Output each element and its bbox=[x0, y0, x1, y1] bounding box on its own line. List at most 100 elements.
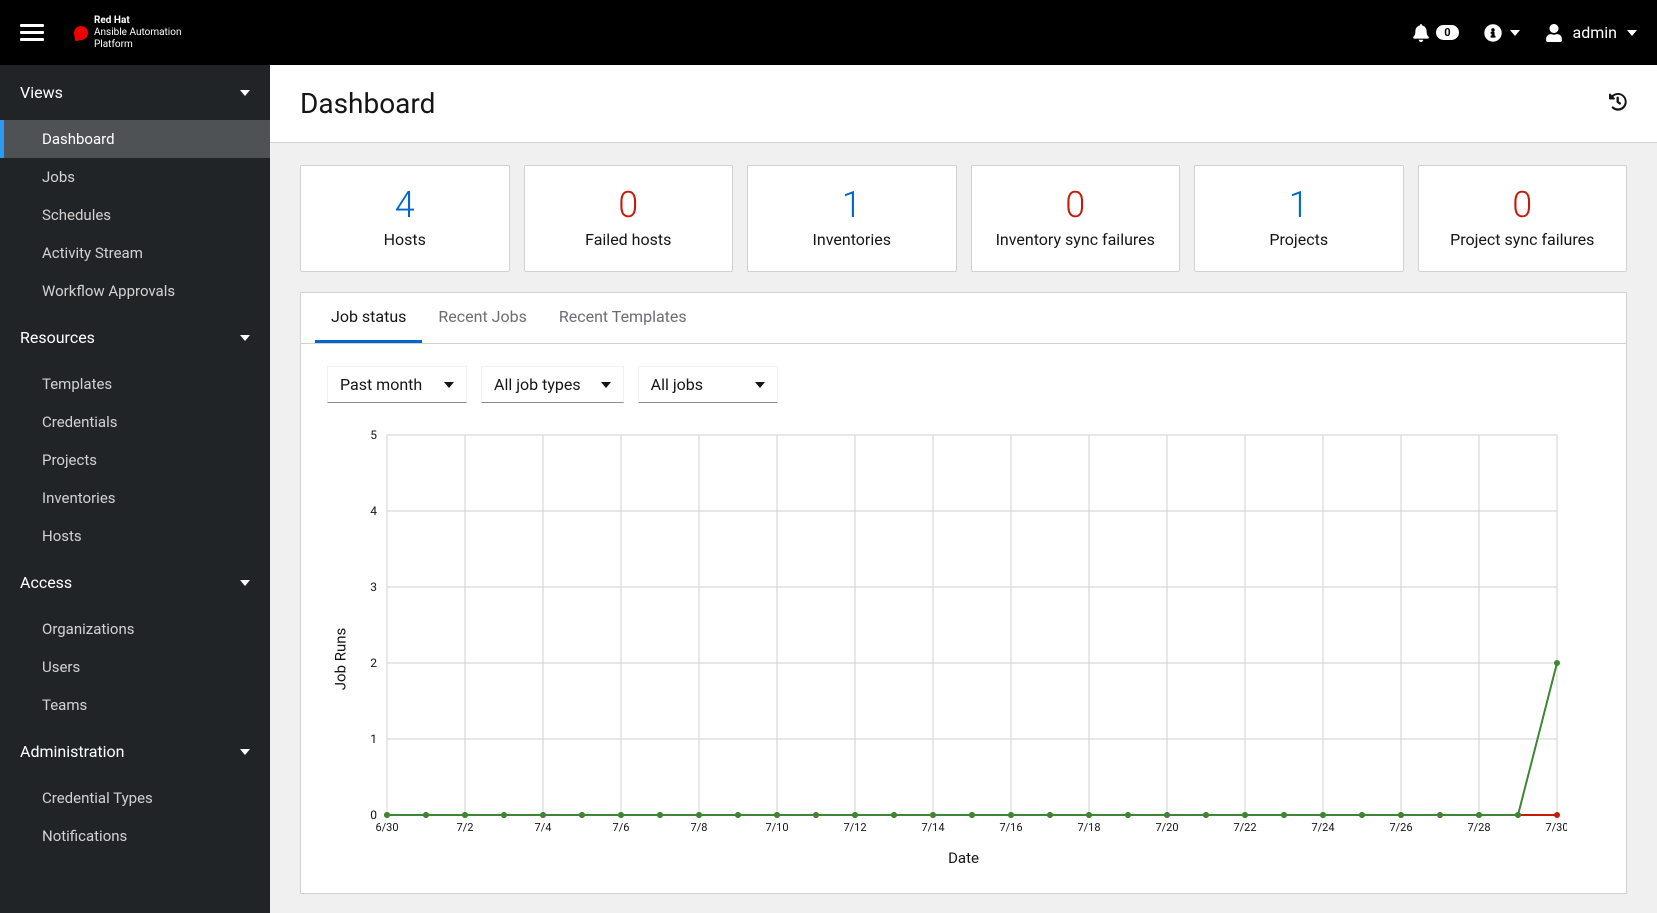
stat-card-projects[interactable]: 1 Projects bbox=[1194, 165, 1404, 272]
history-icon bbox=[1609, 93, 1627, 111]
redhat-logo-icon bbox=[73, 24, 89, 40]
stat-value: 1 bbox=[1289, 184, 1309, 226]
svg-text:7/8: 7/8 bbox=[691, 821, 708, 834]
sidebar-item-notifications[interactable]: Notifications bbox=[0, 817, 270, 855]
help-dropdown[interactable] bbox=[1484, 24, 1520, 42]
stats-row: 4 Hosts 0 Failed hosts 1 Inventories 0 I… bbox=[270, 143, 1657, 282]
sidebar-section-label: Access bbox=[20, 573, 72, 592]
filter-period-label: Past month bbox=[340, 375, 422, 394]
username-label: admin bbox=[1573, 23, 1617, 42]
chart-x-axis-label: Date bbox=[327, 849, 1600, 867]
masthead: Red Hat Ansible Automation Platform 0 ad… bbox=[0, 0, 1657, 65]
svg-text:4: 4 bbox=[370, 504, 377, 518]
chevron-down-icon bbox=[1627, 30, 1637, 36]
svg-text:7/16: 7/16 bbox=[999, 821, 1022, 834]
sidebar-section-views[interactable]: Views bbox=[0, 65, 270, 120]
brand-logo[interactable]: Red Hat Ansible Automation Platform bbox=[74, 15, 181, 51]
chevron-down-icon bbox=[240, 749, 250, 755]
sidebar-item-teams[interactable]: Teams bbox=[0, 686, 270, 724]
stat-value: 0 bbox=[1065, 184, 1085, 226]
stat-card-inventory-sync-failures[interactable]: 0 Inventory sync failures bbox=[971, 165, 1181, 272]
tab-recent-templates[interactable]: Recent Templates bbox=[543, 293, 703, 343]
user-icon bbox=[1545, 24, 1563, 42]
stat-label: Inventory sync failures bbox=[996, 230, 1155, 249]
sidebar-item-dashboard[interactable]: Dashboard bbox=[0, 120, 270, 158]
sidebar-item-hosts[interactable]: Hosts bbox=[0, 517, 270, 555]
stat-card-hosts[interactable]: 4 Hosts bbox=[300, 165, 510, 272]
svg-text:6/30: 6/30 bbox=[375, 821, 398, 834]
filter-jobs-select[interactable]: All jobs bbox=[638, 366, 778, 403]
svg-text:2: 2 bbox=[370, 656, 377, 670]
stat-value: 0 bbox=[1512, 184, 1532, 226]
svg-text:7/30: 7/30 bbox=[1545, 821, 1567, 834]
sidebar-item-jobs[interactable]: Jobs bbox=[0, 158, 270, 196]
job-runs-chart: 0123456/307/27/47/67/87/107/127/147/167/… bbox=[327, 425, 1567, 845]
stat-label: Project sync failures bbox=[1450, 230, 1594, 249]
sidebar-section-label: Views bbox=[20, 83, 63, 102]
svg-text:7/22: 7/22 bbox=[1233, 821, 1256, 834]
stat-card-inventories[interactable]: 1 Inventories bbox=[747, 165, 957, 272]
svg-text:7/10: 7/10 bbox=[765, 821, 788, 834]
sidebar-item-projects[interactable]: Projects bbox=[0, 441, 270, 479]
stat-label: Inventories bbox=[813, 230, 891, 249]
help-icon bbox=[1484, 24, 1502, 42]
svg-text:7/24: 7/24 bbox=[1311, 821, 1334, 834]
stat-label: Projects bbox=[1269, 230, 1328, 249]
sidebar-section-resources[interactable]: Resources bbox=[0, 310, 270, 365]
filter-period-select[interactable]: Past month bbox=[327, 366, 467, 403]
sidebar-item-activity-stream[interactable]: Activity Stream bbox=[0, 234, 270, 272]
svg-text:3: 3 bbox=[370, 580, 377, 594]
main-content: Dashboard 4 Hosts 0 Failed hosts 1 Inven… bbox=[270, 65, 1657, 913]
sidebar-item-schedules[interactable]: Schedules bbox=[0, 196, 270, 234]
tab-job-status[interactable]: Job status bbox=[315, 293, 422, 343]
page-title: Dashboard bbox=[300, 87, 435, 120]
sidebar-item-templates[interactable]: Templates bbox=[0, 365, 270, 403]
sidebar-section-access[interactable]: Access bbox=[0, 555, 270, 610]
sidebar-item-inventories[interactable]: Inventories bbox=[0, 479, 270, 517]
chart-y-axis-label: Job Runs bbox=[331, 628, 349, 691]
stat-label: Hosts bbox=[384, 230, 426, 249]
svg-text:1: 1 bbox=[370, 732, 377, 746]
sidebar-item-users[interactable]: Users bbox=[0, 648, 270, 686]
svg-text:7/18: 7/18 bbox=[1077, 821, 1100, 834]
user-dropdown[interactable]: admin bbox=[1545, 23, 1637, 42]
chevron-down-icon bbox=[240, 90, 250, 96]
page-header: Dashboard bbox=[270, 65, 1657, 143]
sidebar-section-label: Administration bbox=[20, 742, 125, 761]
chevron-down-icon bbox=[240, 335, 250, 341]
chevron-down-icon bbox=[240, 580, 250, 586]
tab-recent-jobs[interactable]: Recent Jobs bbox=[422, 293, 542, 343]
job-status-panel: Job status Recent Jobs Recent Templates … bbox=[300, 292, 1627, 894]
sidebar-section-label: Resources bbox=[20, 328, 95, 347]
activity-history-button[interactable] bbox=[1609, 93, 1627, 115]
sidebar-item-credential-types[interactable]: Credential Types bbox=[0, 779, 270, 817]
sidebar: Views Dashboard Jobs Schedules Activity … bbox=[0, 65, 270, 913]
svg-text:7/6: 7/6 bbox=[613, 821, 630, 834]
sidebar-item-organizations[interactable]: Organizations bbox=[0, 610, 270, 648]
bell-icon bbox=[1412, 24, 1430, 42]
chart-filters: Past month All job types All jobs bbox=[301, 344, 1626, 425]
svg-text:7/28: 7/28 bbox=[1467, 821, 1490, 834]
svg-text:5: 5 bbox=[370, 428, 377, 442]
filter-job-type-label: All job types bbox=[494, 375, 581, 394]
nav-toggle-button[interactable] bbox=[20, 21, 44, 45]
svg-text:7/20: 7/20 bbox=[1155, 821, 1178, 834]
chart-container: Job Runs 0123456/307/27/47/67/87/107/127… bbox=[301, 425, 1626, 893]
svg-text:7/12: 7/12 bbox=[843, 821, 866, 834]
stat-value: 4 bbox=[395, 184, 415, 226]
chevron-down-icon bbox=[1510, 30, 1520, 36]
filter-jobs-label: All jobs bbox=[651, 375, 703, 394]
svg-text:0: 0 bbox=[370, 808, 377, 822]
filter-job-type-select[interactable]: All job types bbox=[481, 366, 624, 403]
caret-down-icon bbox=[601, 382, 611, 388]
tabs: Job status Recent Jobs Recent Templates bbox=[301, 293, 1626, 344]
stat-value: 0 bbox=[618, 184, 638, 226]
notifications-button[interactable]: 0 bbox=[1412, 24, 1458, 42]
sidebar-item-credentials[interactable]: Credentials bbox=[0, 403, 270, 441]
sidebar-item-workflow-approvals[interactable]: Workflow Approvals bbox=[0, 272, 270, 310]
stat-card-failed-hosts[interactable]: 0 Failed hosts bbox=[524, 165, 734, 272]
brand-text: Red Hat Ansible Automation Platform bbox=[94, 15, 181, 51]
stat-card-project-sync-failures[interactable]: 0 Project sync failures bbox=[1418, 165, 1628, 272]
svg-text:7/26: 7/26 bbox=[1389, 821, 1412, 834]
sidebar-section-administration[interactable]: Administration bbox=[0, 724, 270, 779]
